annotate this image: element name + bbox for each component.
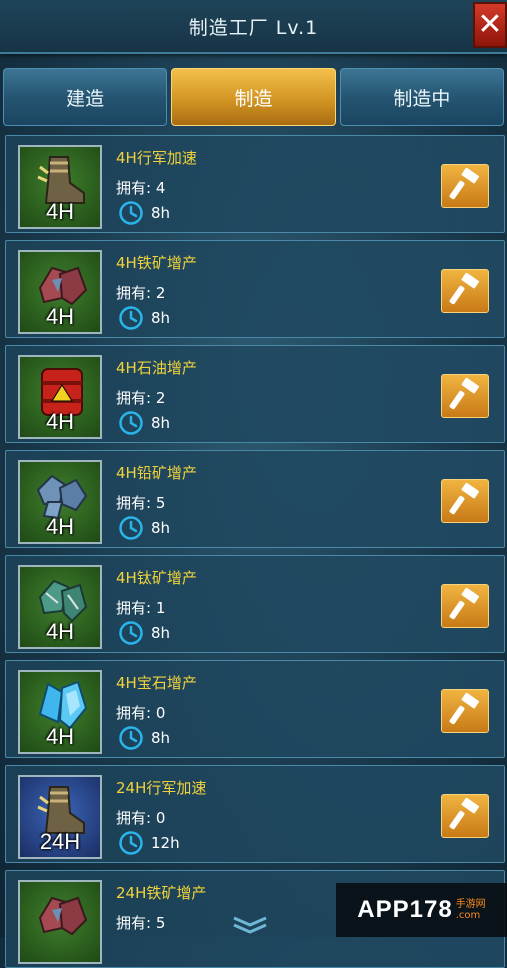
craft-button[interactable]	[441, 689, 489, 733]
list-item[interactable]: 4H 4H铅矿增产 拥有: 5 8h	[5, 450, 505, 548]
item-thumbnail[interactable]: 4H	[18, 355, 102, 439]
item-craft-time: 8h	[151, 309, 171, 327]
hammer-icon	[448, 377, 482, 414]
item-craft-time: 8h	[151, 519, 171, 537]
clock-icon	[118, 410, 144, 440]
clock-icon	[118, 200, 144, 230]
item-thumbnail[interactable]: 24H	[18, 775, 102, 859]
list-item[interactable]: 4H 4H石油增产 拥有: 2 8h	[5, 345, 505, 443]
item-name: 4H钛矿增产	[116, 569, 197, 587]
watermark-logo: APP178 手游网 .com	[336, 883, 507, 937]
item-craft-time: 8h	[151, 624, 171, 642]
tab-build[interactable]: 建造	[3, 68, 168, 126]
clock-icon	[118, 515, 144, 545]
watermark-sub: 手游网 .com	[455, 899, 486, 921]
item-duration-tag: 4H	[45, 619, 75, 644]
craft-button[interactable]	[441, 164, 489, 208]
hammer-icon	[448, 167, 482, 204]
item-name: 24H铁矿增产	[116, 884, 207, 902]
close-icon: ✕	[477, 7, 503, 42]
item-duration-tag: 4H	[45, 199, 75, 224]
item-name: 4H石油增产	[116, 359, 197, 377]
item-thumbnail[interactable]: 4H	[18, 565, 102, 649]
hammer-icon	[448, 797, 482, 834]
item-duration-tag: 24H	[39, 829, 81, 854]
item-thumbnail[interactable]	[18, 880, 102, 964]
item-name: 24H行军加速	[116, 779, 207, 797]
list-item[interactable]: 4H 4H铁矿增产 拥有: 2 8h	[5, 240, 505, 338]
item-craft-time: 8h	[151, 414, 171, 432]
clock-icon	[118, 305, 144, 335]
window-title: 制造工厂 Lv.1	[188, 17, 319, 39]
item-owned: 拥有: 2	[116, 284, 166, 302]
list-item[interactable]: 4H 4H钛矿增产 拥有: 1 8h	[5, 555, 505, 653]
item-owned: 拥有: 0	[116, 704, 166, 722]
craft-button[interactable]	[441, 269, 489, 313]
hammer-icon	[448, 587, 482, 624]
tab-bar: 建造 制造 制造中	[3, 68, 504, 126]
item-craft-time: 8h	[151, 729, 171, 747]
item-duration-tag: 4H	[45, 514, 75, 539]
item-owned: 拥有: 4	[116, 179, 166, 197]
list-item[interactable]: 24H 24H行军加速 拥有: 0 12h	[5, 765, 505, 863]
item-duration-tag: 4H	[45, 409, 75, 434]
item-duration-tag: 4H	[45, 724, 75, 749]
scroll-down-icon[interactable]	[230, 915, 270, 935]
item-duration-tag: 4H	[45, 304, 75, 329]
watermark-text: APP178	[357, 896, 453, 923]
item-craft-time: 12h	[151, 834, 180, 852]
tab-in-progress[interactable]: 制造中	[339, 68, 504, 126]
tab-manufacture[interactable]: 制造	[171, 68, 336, 126]
craft-button[interactable]	[441, 794, 489, 838]
close-button[interactable]: ✕	[473, 2, 507, 48]
item-craft-time: 8h	[151, 204, 171, 222]
item-thumbnail[interactable]: 4H	[18, 670, 102, 754]
list-item[interactable]: 4H 4H宝石增产 拥有: 0 8h	[5, 660, 505, 758]
list-item[interactable]: 4H 4H行军加速 拥有: 4 8h	[5, 135, 505, 233]
craft-button[interactable]	[441, 374, 489, 418]
clock-icon	[118, 830, 144, 860]
window-header: 制造工厂 Lv.1 ✕	[0, 0, 507, 54]
item-owned: 拥有: 0	[116, 809, 166, 827]
item-thumbnail[interactable]: 4H	[18, 145, 102, 229]
hammer-icon	[448, 692, 482, 729]
item-thumbnail[interactable]: 4H	[18, 250, 102, 334]
item-name: 4H宝石增产	[116, 674, 197, 692]
clock-icon	[118, 725, 144, 755]
item-owned: 拥有: 2	[116, 389, 166, 407]
craft-button[interactable]	[441, 479, 489, 523]
craft-button[interactable]	[441, 584, 489, 628]
item-name: 4H铅矿增产	[116, 464, 197, 482]
item-owned: 拥有: 5	[116, 914, 166, 932]
hammer-icon	[448, 272, 482, 309]
item-owned: 拥有: 1	[116, 599, 166, 617]
hammer-icon	[448, 482, 482, 519]
clock-icon	[118, 620, 144, 650]
item-name: 4H行军加速	[116, 149, 197, 167]
item-owned: 拥有: 5	[116, 494, 166, 512]
item-thumbnail[interactable]: 4H	[18, 460, 102, 544]
item-name: 4H铁矿增产	[116, 254, 197, 272]
